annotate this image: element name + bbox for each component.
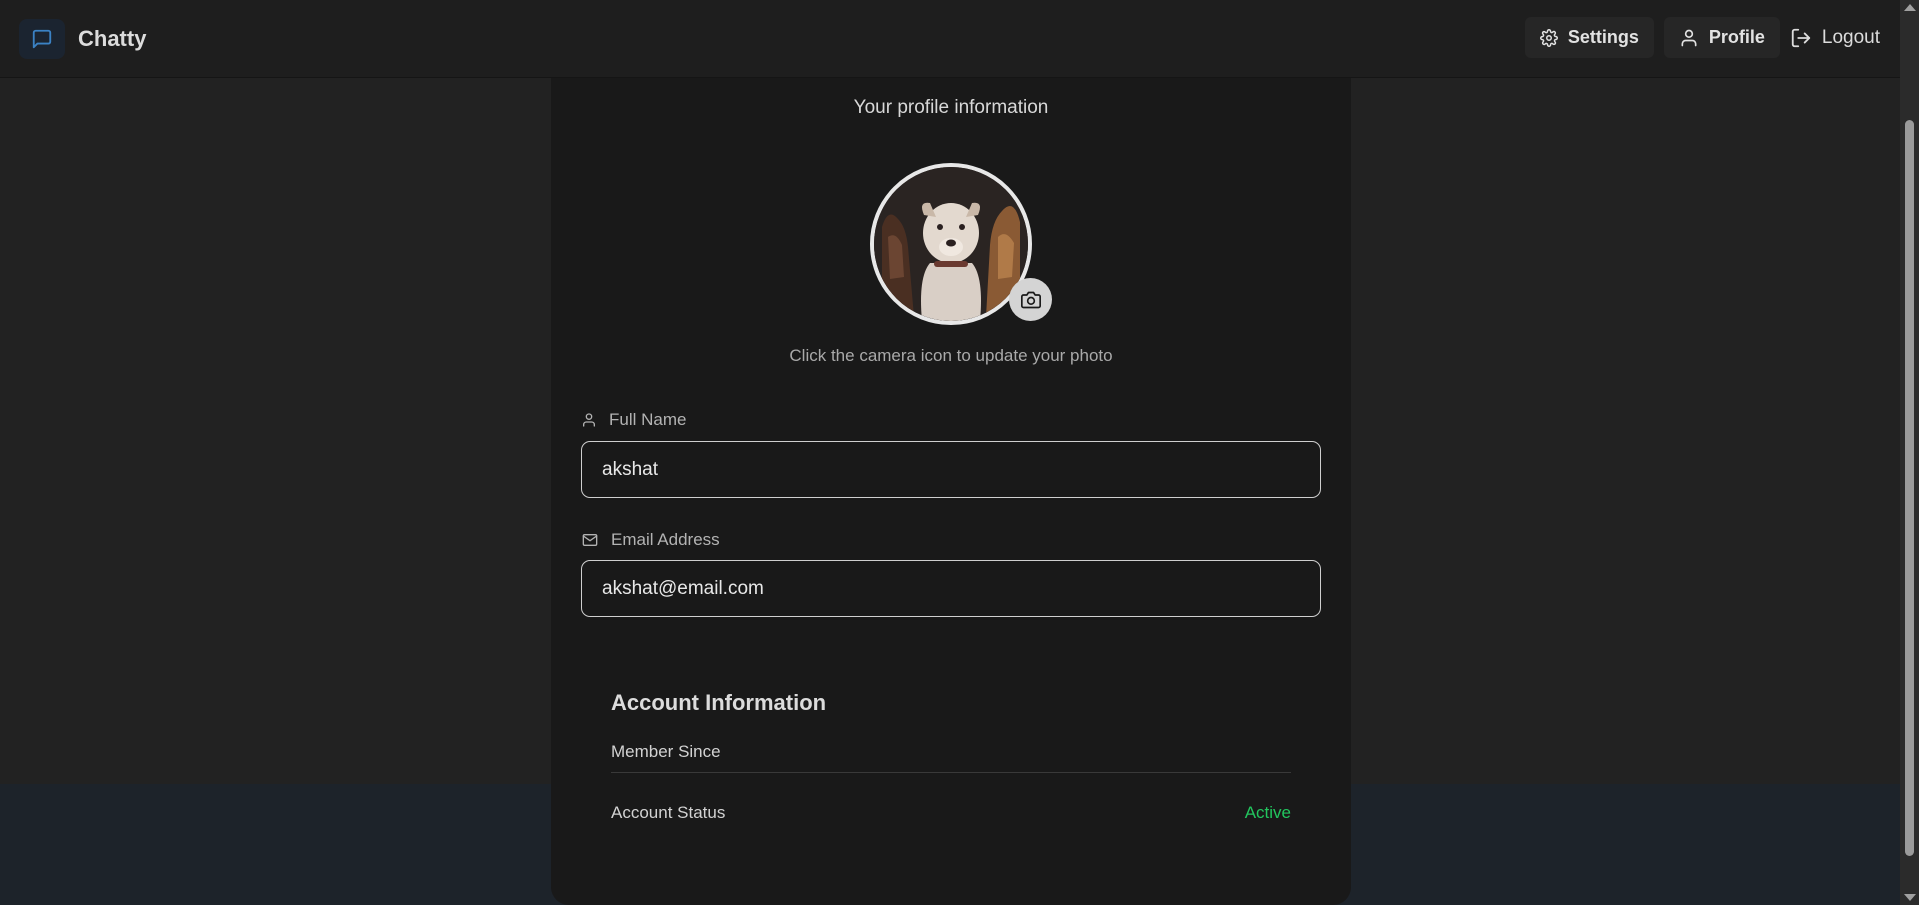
avatar — [870, 163, 1032, 325]
full-name-value: akshat — [602, 458, 658, 480]
account-status-row: Account Status Active — [611, 803, 1291, 823]
logout-label: Logout — [1821, 26, 1880, 48]
email-label-text: Email Address — [611, 530, 720, 549]
account-information-title: Account Information — [611, 690, 827, 715]
photo-hint: Click the camera icon to update your pho… — [789, 346, 1113, 365]
email-value: akshat@email.com — [602, 577, 764, 599]
account-information-section: Account Information Member Since Account… — [611, 690, 1291, 823]
profile-subtitle: Your profile information — [853, 97, 1049, 118]
full-name-field[interactable]: akshat — [581, 441, 1321, 498]
avatar-container — [870, 163, 1052, 325]
member-since-row: Member Since — [611, 742, 1291, 773]
message-square-icon — [19, 19, 65, 59]
brand-name: Chatty — [78, 26, 147, 51]
mail-icon — [582, 534, 598, 546]
settings-label: Settings — [1567, 27, 1639, 47]
gear-icon — [1539, 28, 1558, 47]
member-since-label: Member Since — [611, 742, 721, 761]
scroll-down-arrow[interactable] — [1904, 894, 1916, 901]
full-name-label-text: Full Name — [609, 410, 687, 429]
camera-icon — [1020, 291, 1041, 308]
user-icon — [583, 413, 595, 427]
change-photo-button[interactable] — [1009, 278, 1052, 321]
top-navbar: Chatty Settings Profile Logout — [0, 0, 1900, 78]
user-icon — [1681, 29, 1697, 46]
account-status-label: Account Status — [611, 803, 726, 822]
page-scrollbar[interactable] — [1900, 0, 1919, 905]
status-badge: Active — [1244, 803, 1291, 822]
full-name-label: Full Name — [581, 410, 686, 430]
logout-icon — [1791, 28, 1811, 47]
brand-link[interactable]: Chatty — [19, 19, 146, 59]
settings-button[interactable]: Settings — [1524, 17, 1654, 58]
logout-button[interactable]: Logout — [1780, 17, 1880, 58]
profile-label: Profile — [1708, 27, 1765, 47]
scroll-thumb[interactable] — [1905, 120, 1914, 856]
nav-actions: Settings Profile Logout — [1524, 17, 1880, 58]
email-field[interactable]: akshat@email.com — [581, 560, 1321, 617]
avatar-dogs-picture — [874, 167, 1028, 321]
profile-card: Your profile information Click the camer… — [551, 0, 1351, 905]
scroll-up-arrow[interactable] — [1904, 4, 1916, 11]
email-label: Email Address — [581, 530, 720, 550]
profile-button[interactable]: Profile — [1663, 17, 1780, 58]
